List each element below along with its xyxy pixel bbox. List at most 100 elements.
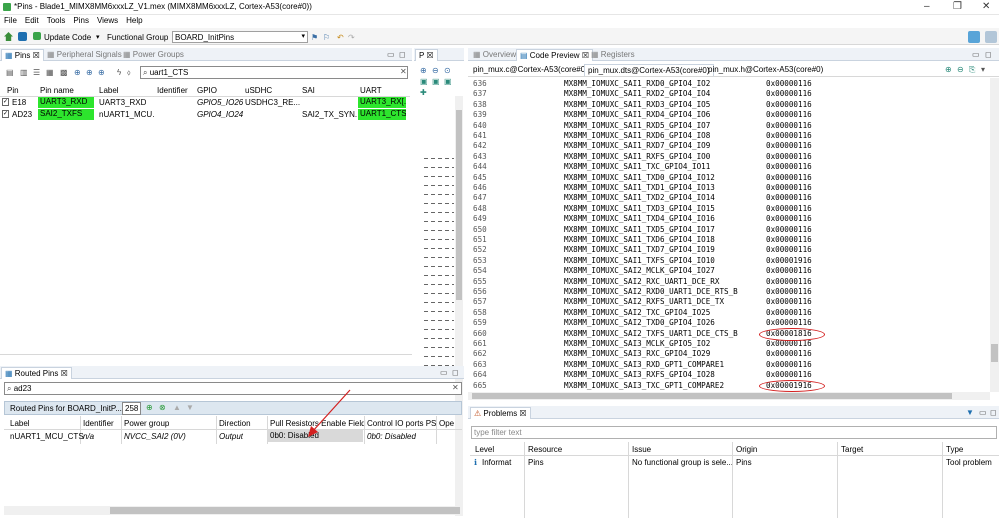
tab-peripheral-signals[interactable]: ▦ Peripheral Signals bbox=[44, 49, 125, 61]
maximize-problems-icon[interactable]: ◻ bbox=[990, 408, 997, 417]
menu-help[interactable]: Help bbox=[122, 15, 146, 28]
remove-row-icon[interactable]: ⊗ bbox=[159, 403, 166, 412]
menu-pins[interactable]: Pins bbox=[69, 15, 93, 28]
route-icon-1[interactable]: ⊕ bbox=[74, 68, 81, 77]
code-menu-icon[interactable]: ▾ bbox=[981, 65, 985, 74]
tab-overview[interactable]: ▦ Overview bbox=[470, 49, 519, 61]
problems-filter-input[interactable]: type filter text bbox=[471, 426, 997, 439]
file-tab-pin-mux-c[interactable]: pin_mux.c@Cortex-A53(core#0) bbox=[470, 64, 591, 76]
power-icon[interactable]: ϟ bbox=[117, 68, 121, 77]
table-icon[interactable]: ▦ bbox=[46, 68, 54, 77]
copy-icon[interactable]: ⎘ bbox=[969, 65, 975, 75]
functional-group-select[interactable]: BOARD_InitPins ▾ bbox=[172, 31, 308, 43]
routed-col-control[interactable]: Control IO ports PS bbox=[367, 419, 436, 428]
menu-tools[interactable]: Tools bbox=[43, 15, 70, 28]
maximize-panel-icon[interactable]: ◻ bbox=[399, 50, 406, 59]
minimize-code-icon[interactable]: ▭ bbox=[972, 50, 980, 59]
minimize-problems-icon[interactable]: ▭ bbox=[979, 408, 987, 417]
col-sai[interactable]: SAI bbox=[302, 86, 315, 95]
checkbox[interactable]: ✓ bbox=[2, 98, 9, 106]
perspective-alt-icon[interactable] bbox=[985, 31, 997, 43]
view-icon-3[interactable]: ▣ bbox=[444, 77, 452, 86]
minimize-routed-icon[interactable]: ▭ bbox=[440, 368, 448, 377]
menu-file[interactable]: File bbox=[0, 15, 21, 28]
routed-col-power-group[interactable]: Power group bbox=[124, 419, 169, 428]
update-code-button[interactable]: Update Code bbox=[44, 33, 91, 42]
file-tab-pin-mux-h[interactable]: pin_mux.h@Cortex-A53(core#0) bbox=[705, 64, 826, 76]
menu-views[interactable]: Views bbox=[93, 15, 122, 28]
routed-col-identifier[interactable]: Identifier bbox=[83, 419, 114, 428]
perspective-icon[interactable] bbox=[968, 31, 980, 43]
close-icon[interactable]: ✕ bbox=[982, 1, 990, 12]
pad-config-value: 0x00000116 bbox=[766, 151, 812, 161]
add-row-icon[interactable]: ⊕ bbox=[146, 403, 153, 412]
dropdown-icon[interactable]: ▾ bbox=[96, 33, 100, 41]
routed-search-input[interactable]: ⌕ ad23 bbox=[4, 382, 462, 395]
maximize-code-icon[interactable]: ◻ bbox=[985, 50, 992, 59]
minimize-panel-icon[interactable]: ▭ bbox=[387, 50, 395, 59]
zoom-in-code-icon[interactable]: ⊕ bbox=[945, 65, 952, 74]
problems-col-origin[interactable]: Origin bbox=[736, 445, 757, 454]
grid-icon[interactable]: ▩ bbox=[60, 68, 68, 77]
minimize-icon[interactable]: – bbox=[924, 1, 930, 12]
tab-code-preview[interactable]: ▤ Code Preview ☒ bbox=[516, 49, 593, 61]
col-label[interactable]: Label bbox=[99, 86, 119, 95]
list-icon[interactable]: ☰ bbox=[33, 68, 40, 77]
save-icon[interactable] bbox=[18, 32, 27, 41]
maximize-icon[interactable]: ❐ bbox=[953, 1, 962, 12]
problems-col-level[interactable]: Level bbox=[475, 445, 494, 454]
mid-scrollbar-thumb[interactable] bbox=[456, 110, 462, 300]
undo-icon[interactable]: ↶ bbox=[337, 33, 344, 42]
col-gpio[interactable]: GPIO bbox=[197, 86, 217, 95]
menu-edit[interactable]: Edit bbox=[21, 15, 43, 28]
zoom-in-icon[interactable]: ⊕ bbox=[420, 66, 427, 75]
pins-search-input[interactable]: ⌕ uart1_CTS bbox=[140, 66, 408, 79]
zoom-fit-icon[interactable]: ⊙ bbox=[444, 66, 451, 75]
clear-search-icon[interactable]: ✕ bbox=[400, 67, 407, 76]
problems-col-type[interactable]: Type bbox=[946, 445, 963, 454]
columns-icon[interactable]: ▥ bbox=[20, 68, 28, 77]
pin-icon[interactable]: ⬨ bbox=[127, 68, 131, 78]
tab-registers[interactable]: ▦ Registers bbox=[588, 49, 638, 61]
col-pin-name[interactable]: Pin name bbox=[40, 86, 74, 95]
flag-icon[interactable]: ⚑ bbox=[311, 33, 318, 42]
zoom-out-code-icon[interactable]: ⊖ bbox=[957, 65, 964, 74]
line-number: 648 bbox=[473, 203, 487, 213]
route-icon-2[interactable]: ⊕ bbox=[86, 68, 93, 77]
col-uart[interactable]: UART bbox=[360, 86, 382, 95]
view-icon-4[interactable]: ✚ bbox=[420, 88, 427, 97]
move-up-icon[interactable]: ▲ bbox=[173, 403, 181, 412]
pins-hscroll[interactable] bbox=[0, 354, 412, 355]
routed-col-ope[interactable]: Ope bbox=[439, 419, 454, 428]
route-icon-3[interactable]: ⊕ bbox=[98, 68, 105, 77]
tab-problems[interactable]: ⚠ Problems ☒ bbox=[470, 407, 531, 419]
clear-routed-search-icon[interactable]: ✕ bbox=[452, 383, 459, 392]
flag-add-icon[interactable]: ⚐ bbox=[323, 33, 330, 42]
routed-col-label[interactable]: Label bbox=[10, 419, 30, 428]
problems-col-issue[interactable]: Issue bbox=[632, 445, 651, 454]
view-icon-1[interactable]: ▣ bbox=[420, 77, 428, 86]
tab-pins[interactable]: ▦ Pins ☒ bbox=[1, 49, 44, 61]
col-usdhc[interactable]: uSDHC bbox=[245, 86, 272, 95]
redo-icon[interactable]: ↷ bbox=[348, 33, 355, 42]
filter-problems-icon[interactable]: ▼ bbox=[966, 408, 974, 417]
zoom-out-icon[interactable]: ⊖ bbox=[432, 66, 439, 75]
routed-hscrollbar-thumb[interactable] bbox=[110, 507, 460, 514]
file-tab-pin-mux-dts[interactable]: pin_mux.dts@Cortex-A53(core#0) bbox=[584, 64, 714, 76]
maximize-routed-icon[interactable]: ◻ bbox=[452, 368, 459, 377]
tab-power-groups[interactable]: ▦ Power Groups bbox=[120, 49, 187, 61]
tab-p[interactable]: P ☒ bbox=[415, 49, 438, 61]
checkbox[interactable]: ✓ bbox=[2, 110, 9, 118]
code-vscrollbar-thumb[interactable] bbox=[991, 344, 998, 362]
view-icon-2[interactable]: ▣ bbox=[432, 77, 440, 86]
update-code-icon[interactable] bbox=[33, 32, 41, 40]
col-identifier[interactable]: Identifier bbox=[157, 86, 188, 95]
routed-col-direction[interactable]: Direction bbox=[219, 419, 251, 428]
tab-routed-pins[interactable]: ▦ Routed Pins ☒ bbox=[1, 367, 72, 379]
code-hscrollbar-thumb[interactable] bbox=[472, 393, 952, 399]
problems-col-resource[interactable]: Resource bbox=[528, 445, 562, 454]
move-down-icon[interactable]: ▼ bbox=[186, 403, 194, 412]
filter-icon[interactable]: ▤ bbox=[6, 68, 14, 77]
problems-col-target[interactable]: Target bbox=[841, 445, 863, 454]
col-pin[interactable]: Pin bbox=[7, 86, 19, 95]
